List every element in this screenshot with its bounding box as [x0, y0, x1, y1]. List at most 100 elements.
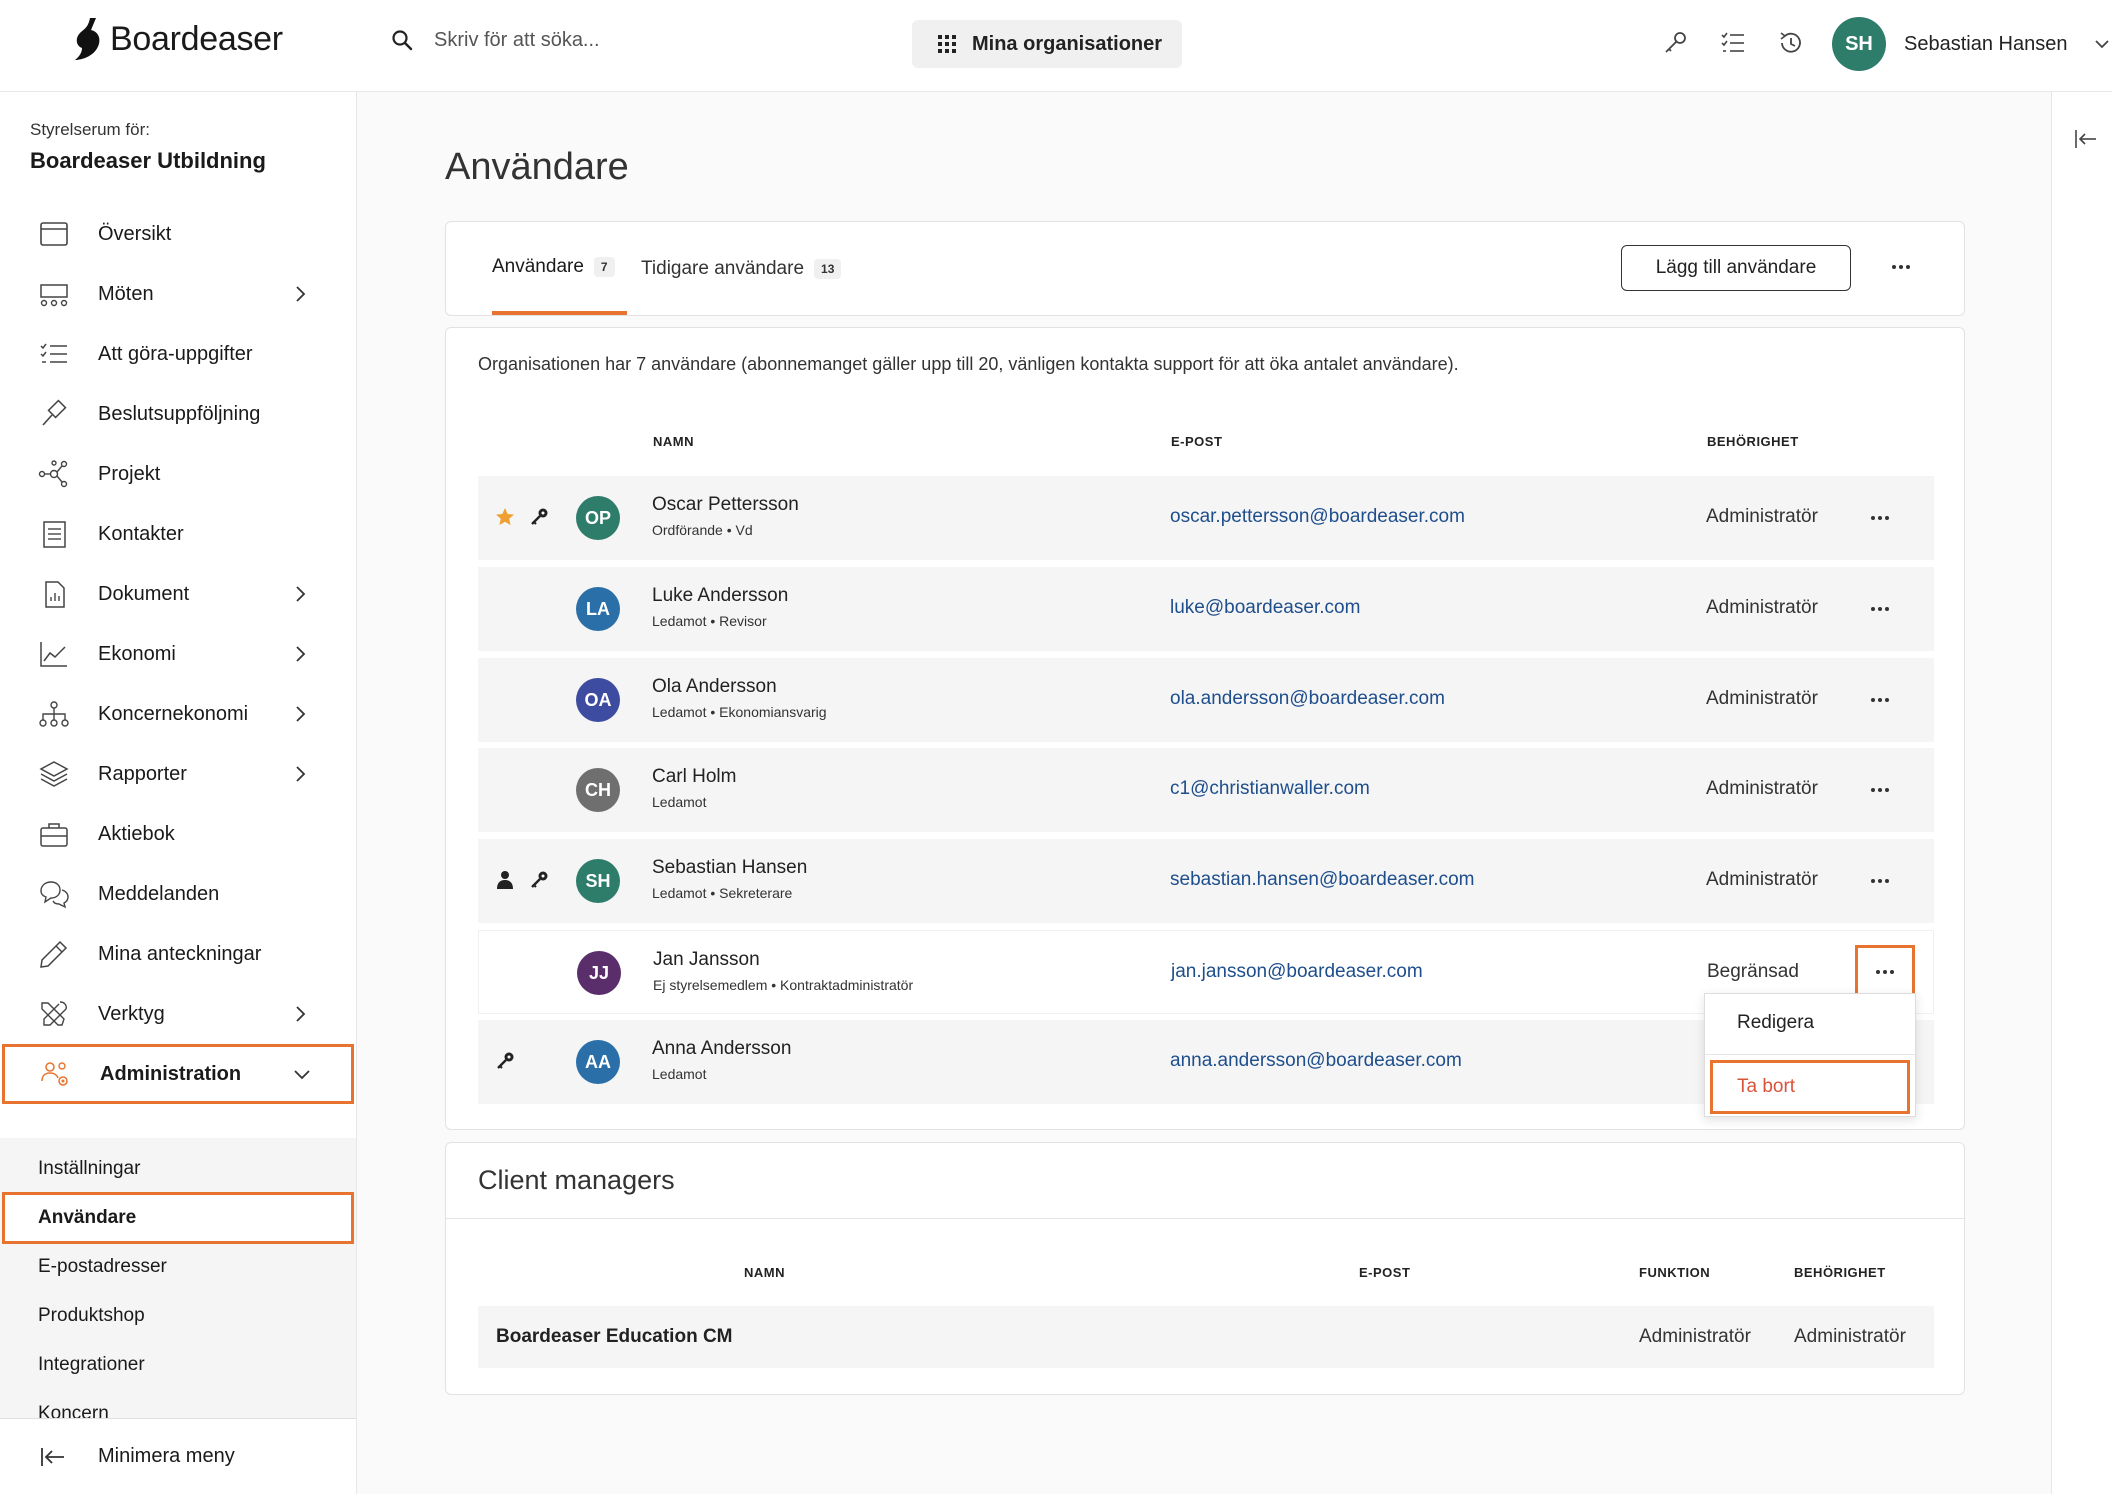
user-menu[interactable]: SH Sebastian Hansen: [1832, 17, 2111, 71]
minimize-menu-button[interactable]: Minimera meny: [0, 1418, 356, 1494]
sidebar-item-label: Att göra-uppgifter: [98, 342, 253, 365]
sidebar-item-kontakter[interactable]: Kontakter: [0, 504, 356, 564]
add-user-button[interactable]: Lägg till användare: [1621, 245, 1851, 291]
user-email-link[interactable]: anna.andersson@boardeaser.com: [1170, 1050, 1462, 1072]
sidebar-item-meddelanden[interactable]: Meddelanden: [0, 864, 356, 924]
row-more-options-icon[interactable]: [1860, 589, 1900, 629]
search-input[interactable]: [434, 28, 834, 52]
user-name: Anna Andersson: [652, 1038, 792, 1059]
delete-menu-item[interactable]: Ta bort: [1710, 1060, 1910, 1114]
row-more-options-icon[interactable]: [1860, 770, 1900, 810]
sidebar-item-mina-anteckningar[interactable]: Mina anteckningar: [0, 924, 356, 984]
search-icon: [392, 30, 413, 51]
row-more-options-icon[interactable]: [1860, 861, 1900, 901]
key-icon: [531, 508, 548, 525]
sidebar-item-moten[interactable]: Möten: [0, 264, 356, 324]
logo-text: Boardeaser: [110, 19, 283, 58]
pencil-icon: [38, 939, 70, 969]
client-manager-name: Boardeaser Education CM: [496, 1326, 733, 1347]
checklist-icon[interactable]: [1718, 28, 1748, 58]
chevron-down-icon: [2095, 40, 2110, 49]
history-icon[interactable]: [1776, 28, 1806, 58]
sidebar-item-rapporter[interactable]: Rapporter: [0, 744, 356, 804]
chevron-right-icon: [296, 1006, 306, 1022]
chevron-right-icon: [296, 586, 306, 602]
submenu-item-installningar[interactable]: Inställningar: [38, 1158, 140, 1180]
submenu-item-anvandare[interactable]: Användare: [2, 1192, 354, 1244]
submenu-item-integrationer[interactable]: Integrationer: [38, 1354, 145, 1376]
chart-icon: [38, 639, 70, 669]
sidebar-item-label: Kontakter: [98, 522, 184, 545]
user-role: Ordförande • Vd: [652, 522, 753, 538]
row-more-options-icon[interactable]: [1855, 945, 1915, 999]
checklist-icon: [38, 339, 70, 369]
tab-count-badge: 7: [593, 256, 615, 277]
right-rail: [2051, 92, 2112, 1494]
user-marks: [494, 1050, 516, 1072]
sidebar-item-verktyg[interactable]: Verktyg: [0, 984, 356, 1044]
layers-icon: [38, 759, 70, 789]
user-role: Ledamot: [652, 1066, 707, 1082]
sidebar-item-administration[interactable]: Administration: [2, 1044, 354, 1104]
user-name: Ola Andersson: [652, 676, 777, 697]
sidebar-item-oversikt[interactable]: Översikt: [0, 204, 356, 264]
boardeaser-logo[interactable]: Boardeaser: [72, 16, 283, 62]
sidebar-item-att-gora[interactable]: Att göra-uppgifter: [0, 324, 356, 384]
sidebar-item-label: Rapporter: [98, 762, 187, 785]
user-name: Sebastian Hansen: [652, 857, 808, 878]
table-row[interactable]: OA Ola Andersson Ledamot • Ekonomiansvar…: [478, 658, 1934, 742]
table-row[interactable]: SH Sebastian Hansen Ledamot • Sekreterar…: [478, 839, 1934, 923]
sidebar-item-beslutsuppfoljning[interactable]: Beslutsuppföljning: [0, 384, 356, 444]
sidebar-item-aktiebok[interactable]: Aktiebok: [0, 804, 356, 864]
sidebar-item-label: Projekt: [98, 462, 161, 485]
briefcase-icon: [38, 819, 70, 849]
logo-icon: [75, 18, 100, 60]
user-email-link[interactable]: ola.andersson@boardeaser.com: [1170, 688, 1445, 710]
user-email-link[interactable]: jan.jansson@boardeaser.com: [1171, 961, 1423, 983]
tab-anvandare[interactable]: Användare 7: [492, 222, 627, 315]
tab-tidigare-anvandare[interactable]: Tidigare användare 13: [641, 222, 842, 315]
sidebar-item-dokument[interactable]: Dokument: [0, 564, 356, 624]
user-email-link[interactable]: luke@boardeaser.com: [1170, 597, 1360, 619]
chevron-right-icon: [296, 286, 306, 302]
column-header-permission: BEHÖRIGHET: [1707, 434, 1799, 449]
sidebar: Styrelserum för: Boardeaser Utbildning Ö…: [0, 92, 357, 1494]
search-bar[interactable]: [390, 28, 834, 52]
column-header-permission: BEHÖRIGHET: [1794, 1265, 1886, 1280]
table-row[interactable]: LA Luke Andersson Ledamot • Revisor luke…: [478, 567, 1934, 651]
user-avatar: OA: [576, 678, 620, 722]
row-more-options-icon[interactable]: [1860, 680, 1900, 720]
sidebar-item-label: Ekonomi: [98, 642, 176, 665]
tab-label: Tidigare användare: [641, 257, 805, 279]
user-avatar: SH: [1832, 17, 1886, 71]
edit-menu-item[interactable]: Redigera: [1737, 1012, 1814, 1034]
user-role: Ledamot: [652, 794, 707, 810]
sidebar-item-label: Möten: [98, 282, 154, 305]
collapse-panel-icon[interactable]: [2074, 128, 2098, 150]
submenu-item-e-postadresser[interactable]: E-postadresser: [38, 1256, 167, 1278]
sidebar-item-projekt[interactable]: Projekt: [0, 444, 356, 504]
submenu-item-produktshop[interactable]: Produktshop: [38, 1305, 145, 1327]
sidebar-item-koncernekonomi[interactable]: Koncernekonomi: [0, 684, 356, 744]
table-row[interactable]: Boardeaser Education CM Administratör Ad…: [478, 1306, 1934, 1368]
table-row[interactable]: OP Oscar Pettersson Ordförande • Vd osca…: [478, 476, 1934, 560]
tab-count-badge: 13: [814, 258, 842, 279]
star-icon: [496, 508, 514, 525]
row-more-options-icon[interactable]: [1860, 498, 1900, 538]
my-organizations-button[interactable]: Mina organisationer: [912, 20, 1182, 68]
chevron-right-icon: [296, 706, 306, 722]
user-email-link[interactable]: oscar.pettersson@boardeaser.com: [1170, 506, 1465, 528]
user-email-link[interactable]: sebastian.hansen@boardeaser.com: [1170, 869, 1474, 891]
sidebar-item-ekonomi[interactable]: Ekonomi: [0, 624, 356, 684]
row-actions-dropdown: Redigera Ta bort: [1704, 993, 1916, 1117]
more-options-icon[interactable]: [1886, 252, 1916, 282]
column-header-function: FUNKTION: [1639, 1265, 1711, 1280]
sidebar-item-label: Översikt: [98, 222, 172, 245]
table-row[interactable]: CH Carl Holm Ledamot c1@christianwaller.…: [478, 748, 1934, 832]
user-email-link[interactable]: c1@christianwaller.com: [1170, 778, 1370, 800]
users-info-text: Organisationen har 7 användare (abonnema…: [478, 354, 1459, 374]
tools-icon: [38, 999, 70, 1029]
user-name: Jan Jansson: [653, 949, 760, 970]
key-icon[interactable]: [1660, 28, 1690, 58]
key-icon: [497, 1052, 514, 1069]
